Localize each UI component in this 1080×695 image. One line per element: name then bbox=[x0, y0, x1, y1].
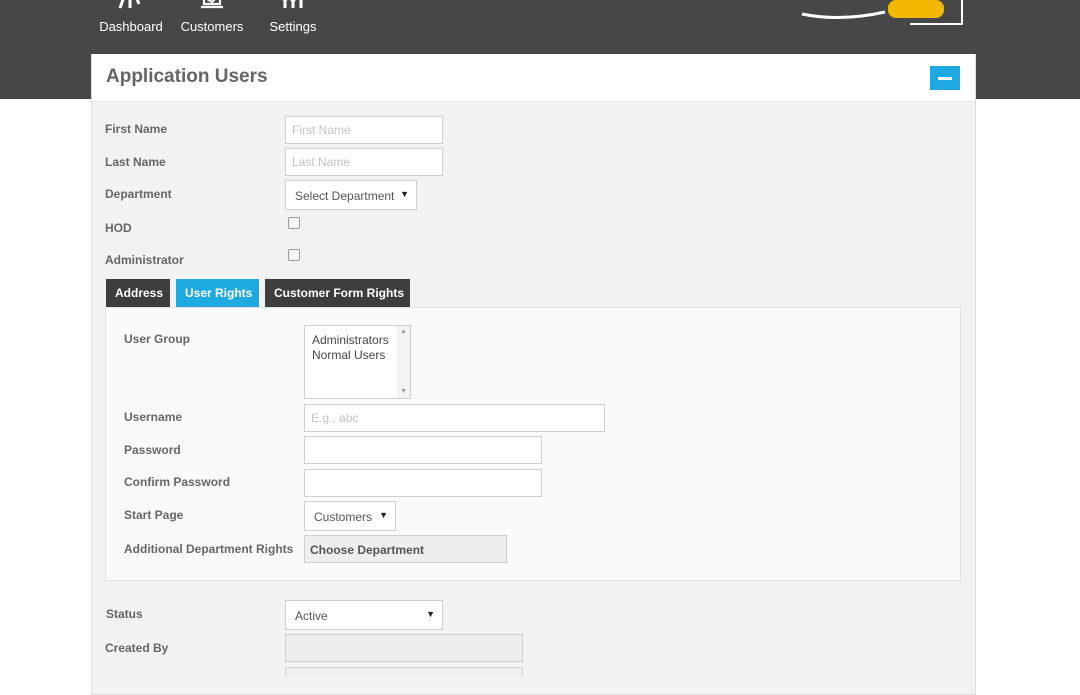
user-group-option[interactable]: Administrators bbox=[312, 333, 389, 347]
start-page-label: Start Page bbox=[124, 508, 184, 522]
administrator-label: Administrator bbox=[105, 253, 184, 267]
minus-icon bbox=[938, 77, 952, 80]
panel-header: Application Users bbox=[92, 54, 975, 102]
caret-down-icon: ▼ bbox=[400, 189, 409, 199]
department-selected-value: Select Department bbox=[295, 189, 395, 203]
hod-label: HOD bbox=[105, 221, 132, 235]
last-name-input[interactable] bbox=[285, 148, 443, 176]
password-label: Password bbox=[124, 443, 181, 457]
tab-address[interactable]: Address bbox=[106, 279, 170, 307]
first-name-label: First Name bbox=[105, 122, 168, 136]
confirm-password-label: Confirm Password bbox=[124, 475, 231, 489]
nav-dashboard-label: Dashboard bbox=[99, 19, 163, 34]
hod-checkbox[interactable] bbox=[288, 217, 300, 229]
created-by-label: Created By bbox=[105, 641, 169, 655]
settings-icon bbox=[282, 0, 303, 8]
caret-down-icon: ▼ bbox=[426, 609, 435, 619]
tab-user-rights[interactable]: User Rights bbox=[176, 279, 259, 307]
password-input[interactable] bbox=[304, 436, 542, 464]
nav-dashboard[interactable]: Dashboard bbox=[97, 0, 165, 40]
confirm-password-input[interactable] bbox=[304, 469, 542, 497]
nav-customers-label: Customers bbox=[180, 19, 244, 34]
dashboard-icon bbox=[118, 0, 141, 9]
choose-department-label: Choose Department bbox=[310, 543, 425, 557]
department-select[interactable]: Select Department ▼ bbox=[285, 180, 417, 210]
listbox-scrollbar[interactable]: ▲ ▼ bbox=[397, 326, 410, 398]
additional-rights-label: Additional Department Rights bbox=[124, 542, 294, 556]
username-input[interactable] bbox=[304, 404, 605, 432]
user-group-label: User Group bbox=[124, 332, 191, 346]
user-group-option[interactable]: Normal Users bbox=[312, 348, 385, 362]
collapse-button[interactable] bbox=[930, 66, 960, 90]
start-page-select[interactable]: Customers ▼ bbox=[304, 501, 396, 531]
status-select[interactable]: Active ▼ bbox=[285, 600, 443, 630]
nav-settings[interactable]: Settings bbox=[262, 0, 324, 40]
status-selected-value: Active bbox=[295, 609, 328, 623]
administrator-checkbox[interactable] bbox=[288, 249, 300, 261]
scroll-up-icon[interactable]: ▲ bbox=[400, 328, 407, 335]
nav-customers[interactable]: Customers bbox=[178, 0, 246, 40]
user-group-listbox[interactable]: Administrators Normal Users ▲ ▼ bbox=[304, 325, 411, 399]
username-label: Username bbox=[124, 410, 183, 424]
next-readonly-field bbox=[285, 667, 523, 675]
caret-down-icon: ▼ bbox=[379, 510, 388, 520]
nav-settings-label: Settings bbox=[269, 19, 317, 34]
tab-customer-form-rights[interactable]: Customer Form Rights bbox=[265, 279, 410, 307]
customers-icon bbox=[201, 0, 223, 9]
created-by-field bbox=[285, 634, 523, 662]
scroll-down-icon[interactable]: ▼ bbox=[400, 388, 407, 395]
last-name-label: Last Name bbox=[105, 155, 166, 169]
status-label: Status bbox=[106, 607, 143, 621]
company-logo bbox=[801, 0, 963, 25]
start-page-selected-value: Customers bbox=[314, 510, 373, 524]
choose-department-button[interactable]: Choose Department bbox=[304, 535, 507, 563]
page-title: Application Users bbox=[106, 66, 268, 87]
first-name-input[interactable] bbox=[285, 116, 443, 144]
department-label: Department bbox=[105, 187, 172, 201]
